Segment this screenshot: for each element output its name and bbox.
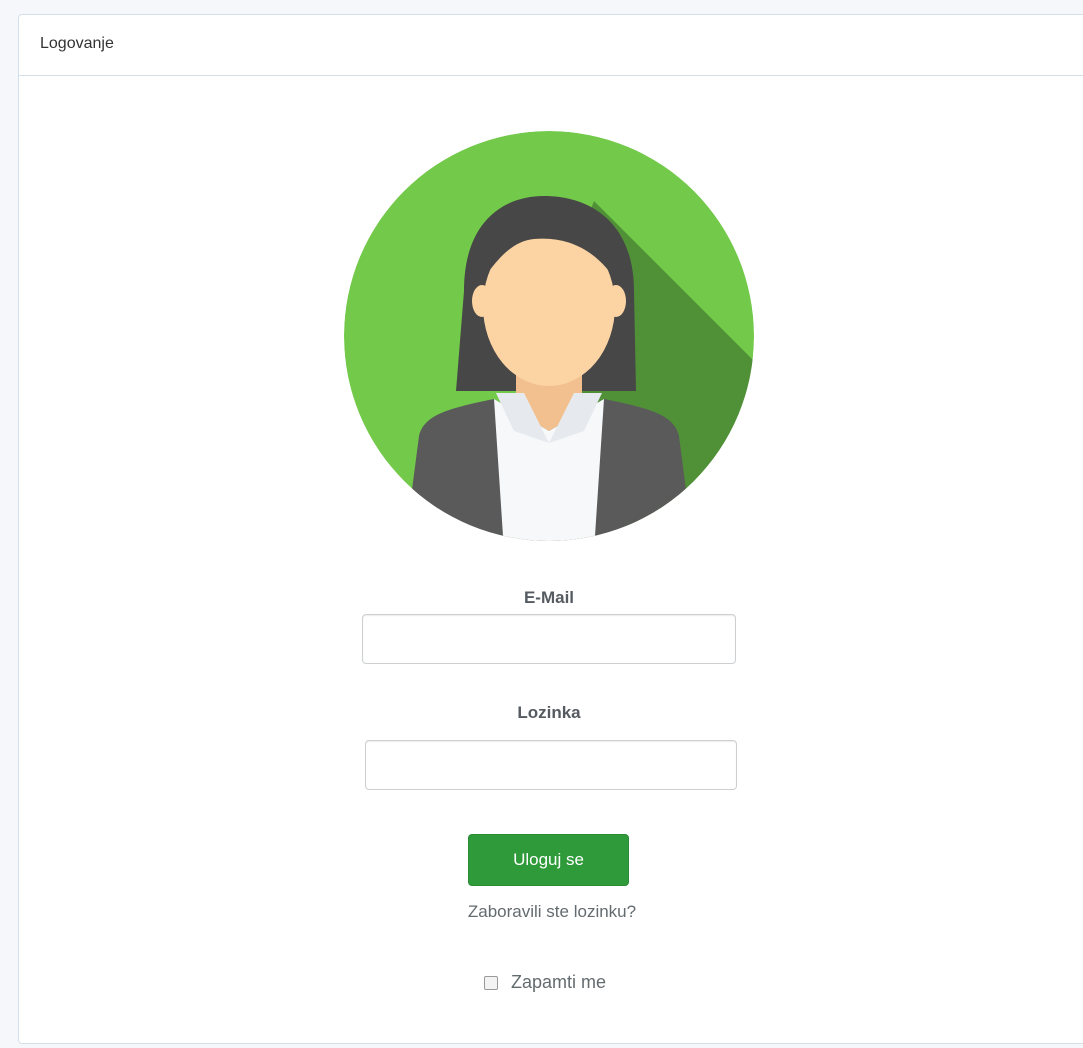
login-button[interactable]: Uloguj se — [468, 834, 629, 886]
remember-me[interactable]: Zapamti me — [484, 972, 606, 993]
remember-checkbox[interactable] — [484, 975, 498, 990]
password-input[interactable] — [365, 740, 737, 790]
remember-label: Zapamti me — [511, 972, 607, 992]
email-input[interactable] — [362, 614, 736, 664]
password-label: Lozinka — [517, 703, 581, 722]
panel-heading: Logovanje — [19, 15, 1083, 76]
email-label: E-Mail — [523, 588, 575, 607]
forgot-password-link[interactable]: Zaboravili ste lozinku? — [19, 902, 1083, 922]
woman-avatar-icon — [344, 131, 754, 541]
panel-title: Logovanje — [40, 35, 114, 52]
login-panel: Logovanje E-Mail Lozinka Uloguj se Zabor… — [18, 14, 1083, 1044]
